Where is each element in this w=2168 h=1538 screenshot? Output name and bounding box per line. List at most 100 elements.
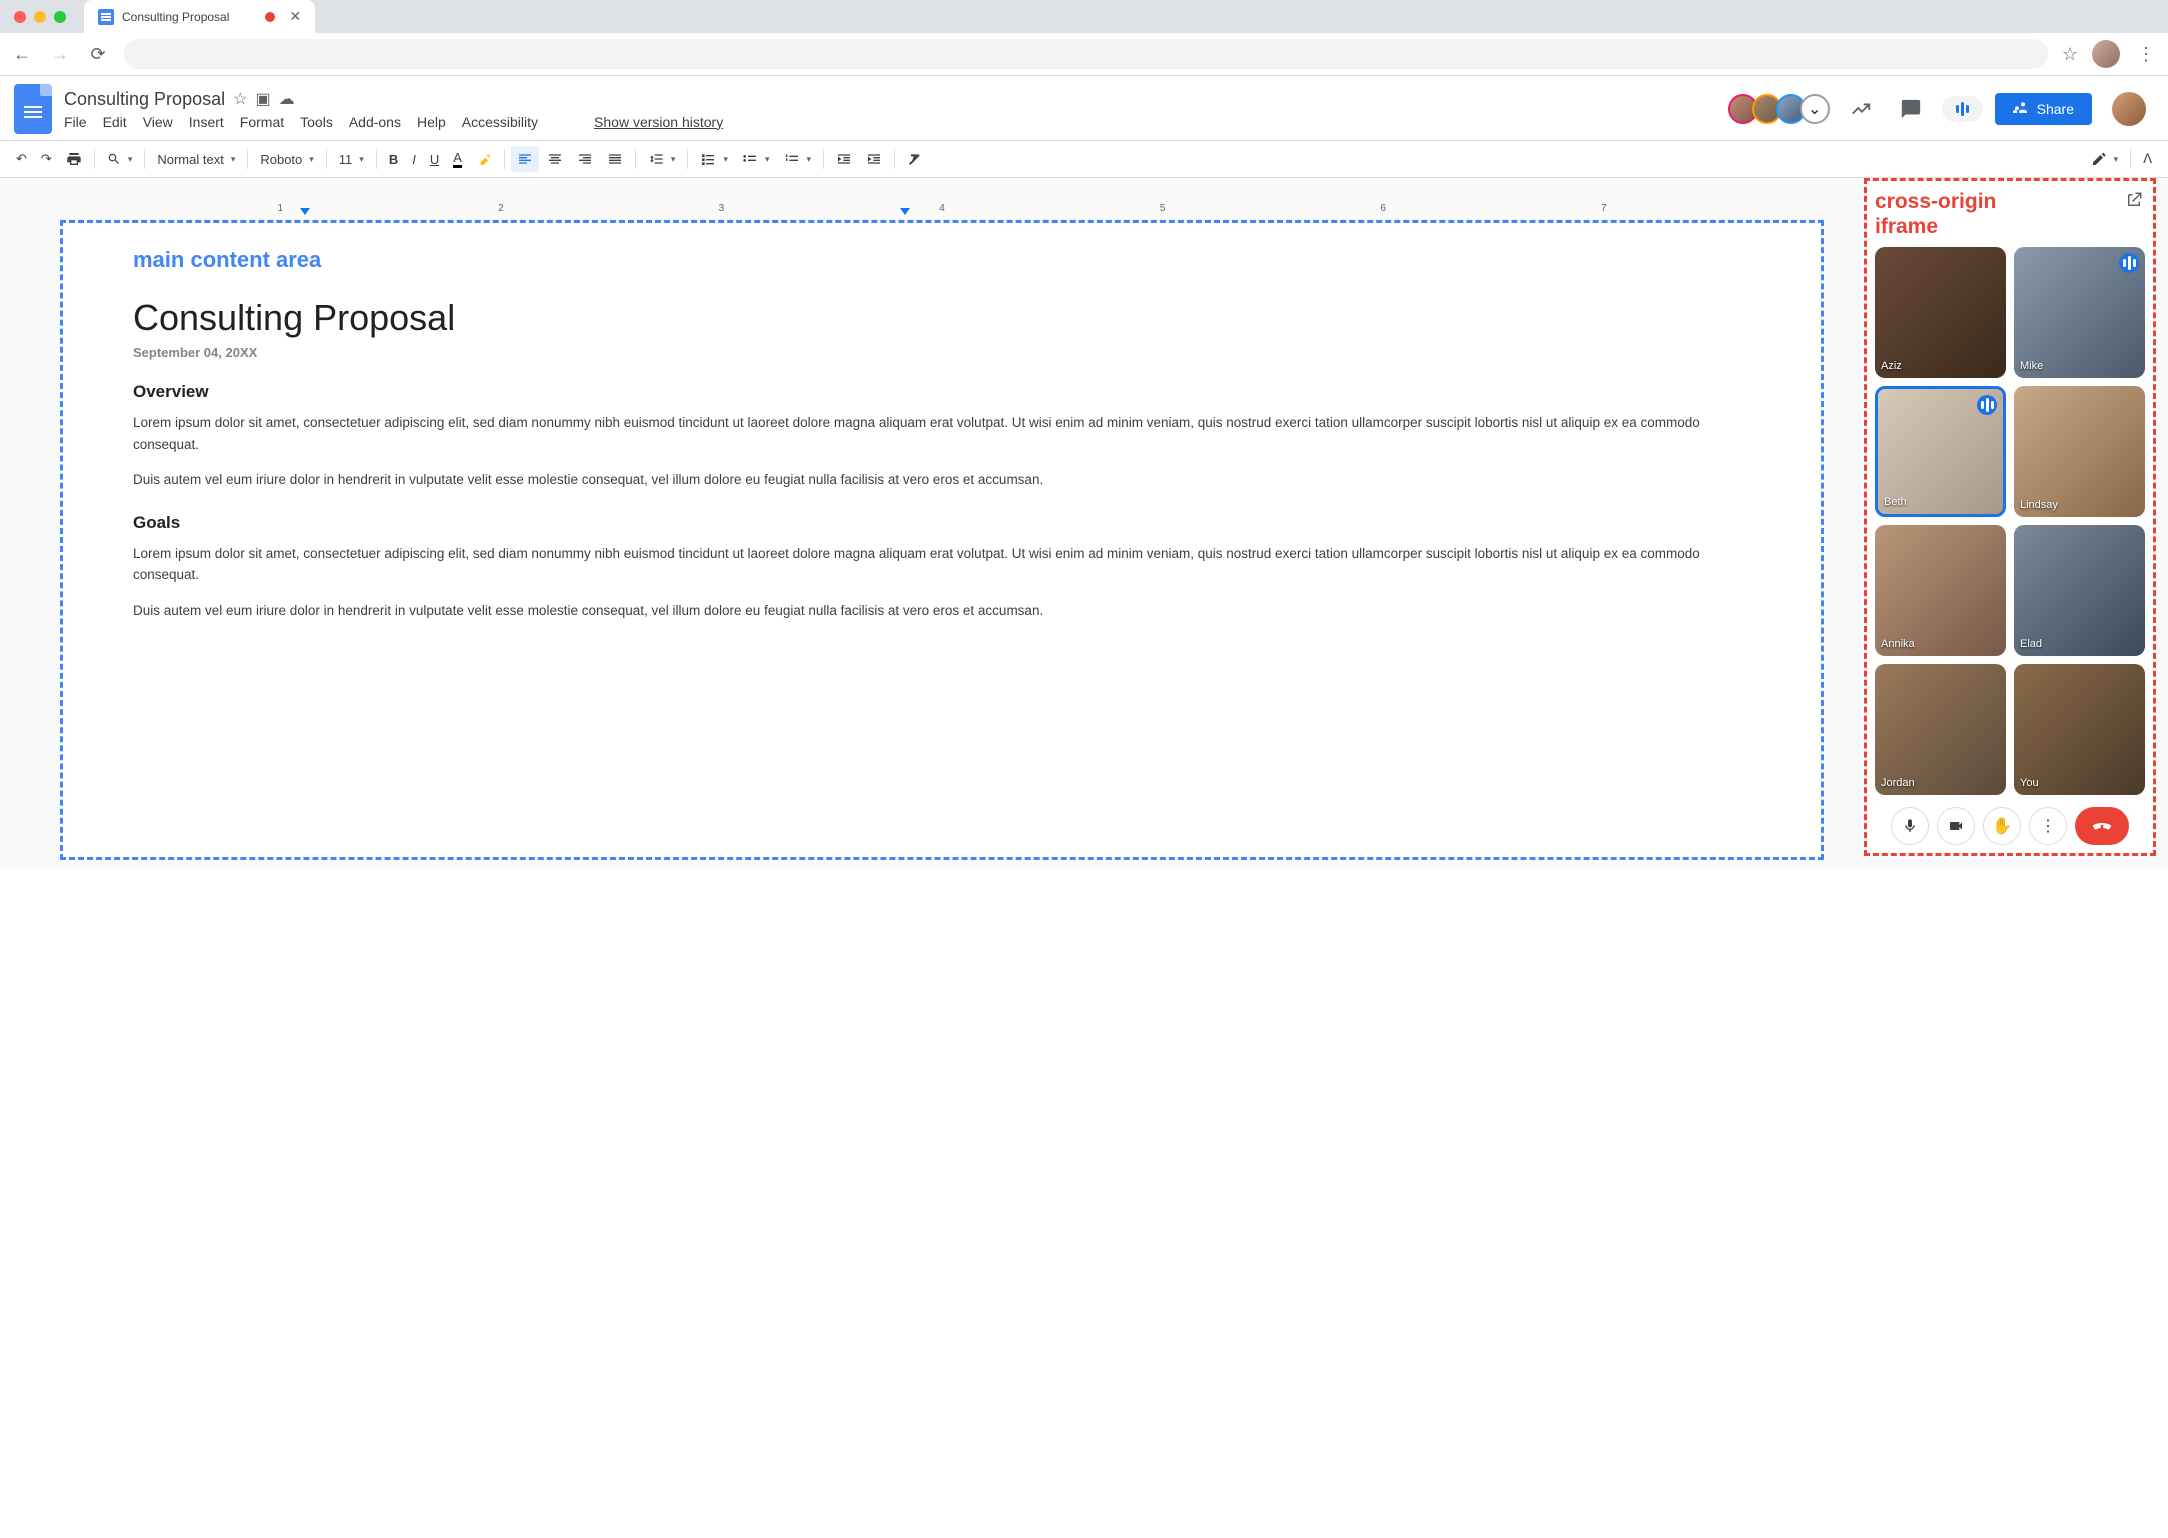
- bookmark-icon[interactable]: ☆: [2062, 44, 2078, 65]
- align-justify-button[interactable]: [601, 146, 629, 172]
- video-tile[interactable]: You: [2014, 664, 2145, 795]
- raise-hand-button[interactable]: ✋: [1983, 807, 2021, 845]
- version-history-link[interactable]: Show version history: [594, 114, 723, 130]
- indent-increase-button[interactable]: [860, 146, 888, 172]
- video-tile[interactable]: Elad: [2014, 525, 2145, 656]
- ruler[interactable]: 1 2 3 4 5 6 7: [60, 198, 1824, 220]
- cloud-status-icon[interactable]: ☁: [279, 89, 295, 109]
- trends-icon[interactable]: [1850, 98, 1872, 120]
- bold-button[interactable]: B: [383, 147, 404, 172]
- paragraph: Duis autem vel eum iriure dolor in hendr…: [133, 600, 1751, 622]
- video-tile[interactable]: Aziz: [1875, 247, 2006, 378]
- menu-format[interactable]: Format: [240, 114, 284, 130]
- document-page[interactable]: main content area Consulting Proposal Se…: [60, 220, 1824, 860]
- style-select[interactable]: Normal text: [151, 147, 241, 172]
- indent-decrease-button[interactable]: [830, 146, 858, 172]
- sound-wave-icon: [1956, 102, 1969, 116]
- close-window-icon[interactable]: [14, 11, 26, 23]
- print-button[interactable]: [60, 146, 88, 172]
- tab-title: Consulting Proposal: [122, 10, 229, 24]
- profile-avatar[interactable]: [2092, 40, 2120, 68]
- align-left-button[interactable]: [511, 146, 539, 172]
- annotation-main-area: main content area: [133, 247, 1751, 273]
- video-tile[interactable]: Lindsay: [2014, 386, 2145, 517]
- align-right-button[interactable]: [571, 146, 599, 172]
- app-header: Consulting Proposal ☆ ▣ ☁ File Edit View…: [0, 76, 2168, 134]
- number-list-button[interactable]: [778, 146, 818, 172]
- document-area: 1 2 3 4 5 6 7 main content area Consulti…: [0, 178, 1864, 868]
- comments-icon[interactable]: [1900, 98, 1922, 120]
- size-select[interactable]: 11: [333, 147, 370, 172]
- editing-mode-button[interactable]: [2085, 146, 2125, 172]
- address-bar: ← → ⟳ ☆ ⋮: [0, 33, 2168, 76]
- document-title[interactable]: Consulting Proposal: [64, 89, 225, 110]
- underline-button[interactable]: U: [424, 147, 445, 172]
- bullet-list-button[interactable]: [736, 146, 776, 172]
- toolbar: ↶ ↷ Normal text Roboto 11 B I U A: [0, 140, 2168, 178]
- window-controls: [0, 1, 80, 33]
- more-options-button[interactable]: ⋮: [2029, 807, 2067, 845]
- collaborator-more[interactable]: ⌄: [1800, 94, 1830, 124]
- video-tile[interactable]: Beth: [1875, 386, 2006, 517]
- zoom-select[interactable]: [101, 147, 139, 171]
- document-heading: Consulting Proposal: [133, 297, 1751, 339]
- url-input[interactable]: [124, 39, 2048, 69]
- speaking-indicator-icon: [1977, 395, 1997, 415]
- hangup-button[interactable]: [2075, 807, 2129, 845]
- participant-name: Mike: [2020, 360, 2043, 372]
- document-date: September 04, 20XX: [133, 345, 1751, 360]
- popout-icon[interactable]: [2125, 191, 2143, 209]
- docs-logo-icon[interactable]: [14, 84, 52, 134]
- video-grid: Aziz Mike Beth LindsayAnnika Elad Jordan You: [1875, 247, 2145, 795]
- section-heading: Goals: [133, 513, 1751, 533]
- back-icon[interactable]: ←: [10, 44, 34, 65]
- menu-insert[interactable]: Insert: [189, 114, 224, 130]
- undo-button[interactable]: ↶: [10, 146, 33, 172]
- section-heading: Overview: [133, 382, 1751, 402]
- mute-button[interactable]: [1891, 807, 1929, 845]
- move-icon[interactable]: ▣: [255, 89, 270, 109]
- menu-file[interactable]: File: [64, 114, 87, 130]
- text-color-button[interactable]: A: [447, 145, 468, 173]
- menu-edit[interactable]: Edit: [103, 114, 127, 130]
- close-tab-icon[interactable]: ✕: [289, 8, 301, 25]
- font-select[interactable]: Roboto: [254, 147, 319, 172]
- participant-name: Beth: [1884, 496, 1907, 508]
- menu-view[interactable]: View: [143, 114, 173, 130]
- speaking-indicator-icon: [2119, 253, 2139, 273]
- meet-activity-chip[interactable]: [1942, 96, 1983, 122]
- share-button[interactable]: Share: [1995, 93, 2092, 125]
- docs-favicon-icon: [98, 9, 114, 25]
- participant-name: You: [2020, 777, 2039, 789]
- menu-tools[interactable]: Tools: [300, 114, 333, 130]
- redo-button[interactable]: ↷: [35, 146, 58, 172]
- paragraph: Duis autem vel eum iriure dolor in hendr…: [133, 469, 1751, 491]
- menu-addons[interactable]: Add-ons: [349, 114, 401, 130]
- align-center-button[interactable]: [541, 146, 569, 172]
- line-spacing-button[interactable]: [642, 146, 682, 172]
- video-tile[interactable]: Jordan: [1875, 664, 2006, 795]
- checklist-button[interactable]: [694, 146, 734, 172]
- minimize-window-icon[interactable]: [34, 11, 46, 23]
- star-icon[interactable]: ☆: [233, 89, 247, 109]
- participant-name: Elad: [2020, 638, 2042, 650]
- hide-menus-icon[interactable]: ᐱ: [2137, 146, 2158, 172]
- video-tile[interactable]: Mike: [2014, 247, 2145, 378]
- browser-menu-icon[interactable]: ⋮: [2134, 44, 2158, 65]
- annotation-iframe: cross-origin iframe: [1875, 189, 2145, 239]
- video-tile[interactable]: Annika: [1875, 525, 2006, 656]
- call-controls: ✋ ⋮: [1875, 807, 2145, 845]
- menu-accessibility[interactable]: Accessibility: [462, 114, 538, 130]
- account-avatar[interactable]: [2112, 92, 2146, 126]
- reload-icon[interactable]: ⟳: [86, 44, 110, 65]
- menu-help[interactable]: Help: [417, 114, 446, 130]
- maximize-window-icon[interactable]: [54, 11, 66, 23]
- clear-format-button[interactable]: [901, 146, 929, 172]
- browser-tab[interactable]: Consulting Proposal ✕: [84, 0, 315, 33]
- indent-marker-icon[interactable]: [900, 208, 910, 215]
- camera-button[interactable]: [1937, 807, 1975, 845]
- meet-iframe-panel: cross-origin iframe Aziz Mike Beth LindsayA…: [1864, 178, 2156, 856]
- forward-icon[interactable]: →: [48, 44, 72, 65]
- highlight-button[interactable]: [470, 146, 498, 172]
- italic-button[interactable]: I: [406, 147, 422, 172]
